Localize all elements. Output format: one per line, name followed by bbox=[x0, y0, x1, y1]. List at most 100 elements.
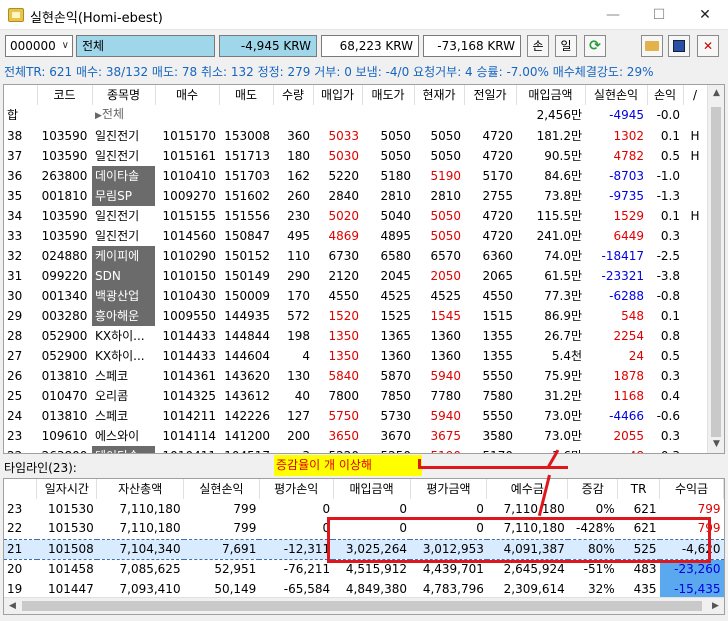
tl-cash: 7,110,180 bbox=[503, 521, 565, 536]
flag bbox=[683, 166, 707, 186]
timeline-header-col[interactable]: 매입금액 bbox=[333, 479, 411, 499]
grid-header-col[interactable]: 수량 bbox=[273, 85, 314, 105]
stock-name-field[interactable]: 전체 bbox=[76, 35, 215, 57]
tl-time: 101458 bbox=[47, 561, 94, 576]
stock-name[interactable]: 일진전기 bbox=[92, 146, 155, 166]
timeline-header-col[interactable]: 수익금 bbox=[659, 479, 724, 499]
total-empty bbox=[273, 105, 313, 126]
stock-name[interactable]: 데이타솔 bbox=[92, 166, 155, 186]
stock-name[interactable]: SDN bbox=[92, 266, 155, 286]
timeline-header-col[interactable]: 자산총액 bbox=[96, 479, 185, 499]
minimize-button[interactable]: — bbox=[590, 0, 636, 30]
tl-realized-pl: 799 bbox=[233, 521, 257, 536]
table-row[interactable]: 32 024880 케이피에 1010290 150152 110 6730 6580 6570… bbox=[4, 246, 707, 266]
stock-name[interactable]: 오리콤 bbox=[92, 386, 155, 406]
stock-name[interactable]: 백광산업 bbox=[92, 286, 155, 306]
table-row[interactable]: 22263800데이타솔1010411104517352205250519051… bbox=[4, 446, 707, 453]
timeline-header-col[interactable]: TR bbox=[617, 479, 661, 499]
pl-rate: 0.1 bbox=[660, 308, 680, 323]
close-button[interactable]: ✕ bbox=[697, 35, 719, 57]
stock-name[interactable]: 케이피에 bbox=[92, 246, 155, 266]
buy-price: 5030 bbox=[328, 148, 359, 163]
scroll-thumb[interactable] bbox=[711, 107, 721, 437]
timeline-header-col[interactable]: 평가금액 bbox=[410, 479, 488, 499]
stock-name[interactable]: 스페코 bbox=[92, 366, 155, 386]
table-row[interactable]: 36 263800 데이타솔 1010410 151703 162 5220 5180 5190… bbox=[4, 166, 707, 186]
grid-header-col[interactable]: 현재가 bbox=[414, 85, 465, 105]
timeline-grid[interactable]: 일자시간 자산총액 실현손익 평가손익 매입금액 평가금액 예수금 증감 TR 수익금 23 101… bbox=[3, 478, 725, 615]
grid-header-col[interactable]: / bbox=[683, 85, 708, 105]
flag bbox=[683, 366, 707, 386]
maximize-button[interactable]: ☐ bbox=[636, 0, 682, 30]
grid-vertical-scrollbar[interactable]: ▲ ▼ bbox=[707, 85, 724, 453]
table-row[interactable]: 29 003280 흥아해운 1009550 144935 572 1520 1525 1545… bbox=[4, 306, 707, 326]
table-row[interactable]: 24 013810 스페코 1014211 142226 127 5750 5730 5940 5… bbox=[4, 406, 707, 426]
stock-name[interactable]: 무림SP bbox=[92, 186, 155, 206]
stock-name[interactable]: 일진전기 bbox=[92, 206, 155, 226]
table-row[interactable]: 35 001810 무림SP 1009270 151602 260 2840 2810 2810… bbox=[4, 186, 707, 206]
buy-amount: 74.0만 bbox=[544, 248, 582, 263]
stock-name[interactable]: 흥아해운 bbox=[92, 306, 155, 326]
scroll-up-icon[interactable]: ▲ bbox=[708, 85, 724, 102]
table-row[interactable]: 25 010470 오리콤 1014325 143612 40 7800 7850 7780 75… bbox=[4, 386, 707, 406]
timeline-header-col[interactable]: 일자시간 bbox=[36, 479, 98, 499]
timeline-row[interactable]: 20 101458 7,085,625 52,951 -76,211 4,515,912 4… bbox=[4, 559, 724, 579]
grid-header-col[interactable]: 손익 bbox=[647, 85, 684, 105]
grid-header-col[interactable]: 매입금액 bbox=[516, 85, 586, 105]
timeline-header-col[interactable]: 증감 bbox=[567, 479, 619, 499]
timeline-row[interactable]: 21 101508 7,104,340 7,691 -12,311 3,025,264 3,… bbox=[4, 538, 724, 560]
open-button[interactable] bbox=[641, 35, 663, 57]
grid-header-col[interactable]: 코드 bbox=[37, 85, 93, 105]
scroll-right-icon[interactable]: ▶ bbox=[707, 598, 724, 614]
trade-grid[interactable]: 코드 종목명 매수 매도 수량 매입가 매도가 현재가 전일가 매입금액 실현손익 손익 / 합 ▶전체 2… bbox=[3, 84, 725, 454]
table-row[interactable]: 28 052900 KX하이... 1014433 144844 198 1350 1365 1… bbox=[4, 326, 707, 346]
scroll-down-icon[interactable]: ▼ bbox=[708, 436, 724, 453]
chevron-down-icon[interactable]: ∨ bbox=[62, 36, 69, 56]
quantity: 572 bbox=[287, 308, 310, 323]
table-row[interactable]: 37 103590 일진전기 1015161 151713 180 5030 5050 5050… bbox=[4, 146, 707, 166]
table-row[interactable]: 27 052900 KX하이... 1014433 144604 4 1350 1360 136… bbox=[4, 346, 707, 366]
table-row[interactable]: 33 103590 일진전기 1014560 150847 495 4869 4895 5050… bbox=[4, 226, 707, 246]
timeline-row[interactable]: 22 101530 7,110,180 799 0 0 0 7,110,180 -428% 621… bbox=[4, 519, 724, 539]
timeline-row[interactable]: 19 101447 7,093,410 50,149 -65,584 4,849,380 4… bbox=[4, 579, 724, 599]
h-scroll-thumb[interactable] bbox=[22, 601, 702, 611]
buy-order: 1014560 bbox=[162, 228, 216, 243]
grid-header-col[interactable]: 실현손익 bbox=[585, 85, 648, 105]
stock-name[interactable]: KX하이... bbox=[92, 326, 155, 346]
tl-tr: 621 bbox=[633, 501, 657, 516]
timeline-header-col[interactable]: 예수금 bbox=[486, 479, 569, 499]
save-button[interactable] bbox=[668, 35, 690, 57]
stock-name[interactable]: 데이타솔 bbox=[92, 446, 155, 453]
close-window-button[interactable]: ✕ bbox=[682, 0, 728, 30]
scroll-left-icon[interactable]: ◀ bbox=[4, 598, 21, 614]
timeline-header-col[interactable]: 평가손익 bbox=[259, 479, 334, 499]
grid-total-row[interactable]: 합 ▶전체 2,456만 -4945 -0.0 bbox=[4, 105, 707, 126]
table-row[interactable]: 26 013810 스페코 1014361 143620 130 5840 5870 5940 5… bbox=[4, 366, 707, 386]
grid-header-col[interactable]: 매입가 bbox=[313, 85, 363, 105]
grid-header-col[interactable]: 매수 bbox=[155, 85, 220, 105]
grid-header-col[interactable]: 전일가 bbox=[464, 85, 517, 105]
table-row[interactable]: 23 109610 에스와이 1014114 141200 200 3650 3670 3675… bbox=[4, 426, 707, 446]
code-select[interactable]: 000000 ∨ bbox=[5, 35, 73, 57]
table-row[interactable]: 30 001340 백광산업 1010430 150009 170 4550 4525 4525… bbox=[4, 286, 707, 306]
table-row[interactable]: 38 103590 일진전기 1015170 153008 360 5033 5050 5050… bbox=[4, 126, 707, 146]
grid-header-col[interactable]: 종목명 bbox=[92, 85, 156, 105]
buy-order: 1010430 bbox=[162, 288, 216, 303]
stock-name[interactable]: 스페코 bbox=[92, 406, 155, 426]
stock-name[interactable]: 일진전기 bbox=[92, 226, 155, 246]
refresh-button[interactable]: ⟳ bbox=[584, 35, 606, 57]
table-row[interactable]: 34 103590 일진전기 1015155 151556 230 5020 5040 5050… bbox=[4, 206, 707, 226]
timeline-horizontal-scrollbar[interactable]: ◀ ▶ bbox=[4, 597, 724, 614]
timeline-header-col[interactable]: 실현손익 bbox=[183, 479, 260, 499]
stock-name[interactable]: KX하이... bbox=[92, 346, 155, 366]
stock-name[interactable]: 에스와이 bbox=[92, 426, 155, 446]
prev-price: 5170 bbox=[482, 168, 513, 183]
grid-header-col[interactable]: 매도 bbox=[219, 85, 274, 105]
timeline-row[interactable]: 23 101530 7,110,180 799 0 0 0 7,110,180 0% 621 799 bbox=[4, 499, 724, 519]
table-row[interactable]: 31 099220 SDN 1010150 150149 290 2120 2045 2050 2… bbox=[4, 266, 707, 286]
loss-button[interactable]: 손 bbox=[527, 35, 549, 57]
pl-rate: 0.1 bbox=[660, 208, 680, 223]
day-button[interactable]: 일 bbox=[555, 35, 577, 57]
grid-header-col[interactable]: 매도가 bbox=[362, 85, 415, 105]
stock-name[interactable]: 일진전기 bbox=[92, 126, 155, 146]
